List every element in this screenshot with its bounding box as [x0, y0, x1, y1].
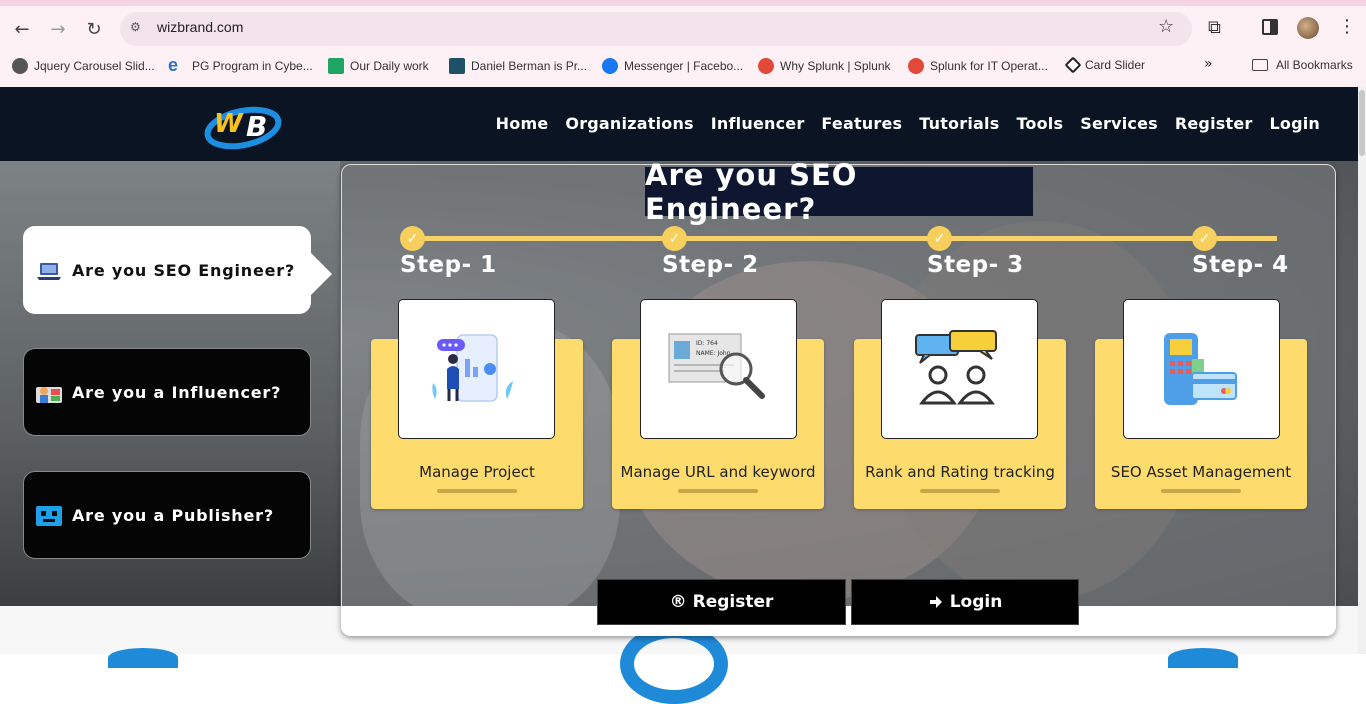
tab-strip: [0, 0, 1366, 6]
svg-text:ID: 764: ID: 764: [696, 340, 718, 347]
reload-icon[interactable]: ↻: [82, 17, 106, 41]
wizbrand-logo[interactable]: W B: [204, 96, 282, 152]
bookmarks-bar: Jquery Carousel Slid... e PG Program in C…: [0, 52, 1366, 80]
sheets-icon: [328, 58, 344, 74]
step-check-icon: ✓: [927, 226, 952, 251]
step-label: Step- 1: [400, 252, 497, 278]
influencer-icon: [36, 387, 62, 403]
card-label: Rank and Rating tracking: [865, 463, 1055, 481]
card-label: Manage URL and keyword: [620, 463, 816, 481]
back-icon[interactable]: ←: [10, 17, 34, 41]
step-check-icon: ✓: [400, 226, 425, 251]
bookmark-item[interactable]: Why Splunk | Splunk: [758, 58, 891, 74]
url-text[interactable]: wizbrand.com: [157, 19, 243, 35]
progress-line: [412, 236, 1277, 241]
card-underline: [437, 489, 517, 493]
role-label: Are you SEO Engineer?: [72, 260, 296, 280]
splunk-icon: [758, 58, 774, 74]
globe-icon: [12, 58, 28, 74]
svg-text:NAME: John: NAME: John: [696, 350, 731, 357]
all-bookmarks-button[interactable]: All Bookmarks: [1252, 58, 1353, 72]
forward-icon[interactable]: →: [46, 17, 70, 41]
login-button[interactable]: Login: [851, 579, 1079, 625]
bookmark-item[interactable]: Card Slider: [1064, 56, 1145, 74]
role-seo-engineer[interactable]: Are you SEO Engineer?: [23, 226, 311, 314]
circle-graphic: [108, 648, 178, 668]
nav-organizations[interactable]: Organizations: [565, 114, 693, 133]
address-bar[interactable]: [120, 12, 1192, 46]
card-label: SEO Asset Management: [1110, 463, 1292, 481]
circle-graphic: [1168, 648, 1238, 668]
nav-register[interactable]: Register: [1175, 114, 1253, 133]
card-label: Manage Project: [419, 463, 535, 481]
page-scrollbar[interactable]: [1358, 87, 1366, 654]
sign-in-icon: [929, 596, 942, 608]
bookmark-item[interactable]: e PG Program in Cybe...: [168, 55, 313, 75]
menu-icon[interactable]: ⋮: [1338, 16, 1356, 37]
nav-services[interactable]: Services: [1080, 114, 1158, 133]
nav-tutorials[interactable]: Tutorials: [919, 114, 999, 133]
site-icon: [449, 58, 465, 74]
registered-icon: ®: [669, 592, 687, 612]
role-label: Are you a Publisher?: [72, 505, 274, 525]
laptop-icon: [37, 263, 61, 280]
main-nav: Home Organizations Influencer Features T…: [496, 114, 1320, 133]
card-image: ID: 764 NAME: John: [640, 299, 797, 439]
payment-terminal-icon: [1163, 333, 1237, 405]
project-dashboard-icon: [431, 334, 513, 402]
e-logo-icon: e: [168, 55, 179, 75]
profile-avatar[interactable]: [1297, 17, 1319, 39]
step-label: Step- 4: [1192, 252, 1289, 278]
nav-features[interactable]: Features: [821, 114, 902, 133]
role-label: Are you a Influencer?: [72, 382, 282, 402]
facebook-icon: [602, 58, 618, 74]
bookmark-item[interactable]: Daniel Berman is Pr...: [449, 58, 587, 74]
bookmark-item[interactable]: Splunk for IT Operat...: [908, 58, 1048, 74]
circle-graphic: [620, 624, 728, 704]
more-bookmarks-button[interactable]: »: [1204, 56, 1213, 72]
bookmark-item[interactable]: Messenger | Facebo...: [602, 58, 743, 74]
card-underline: [1161, 489, 1241, 493]
chat-users-icon: [914, 330, 997, 405]
card-image: [1123, 299, 1280, 439]
bookmark-star-icon[interactable]: ☆: [1158, 16, 1174, 37]
card-underline: [678, 489, 758, 493]
publisher-icon: [36, 506, 62, 526]
step-label: Step- 3: [927, 252, 1024, 278]
active-role-pointer: [310, 252, 332, 296]
nav-tools[interactable]: Tools: [1016, 114, 1063, 133]
codepen-icon: [1064, 56, 1082, 74]
register-button[interactable]: ® Register: [597, 579, 846, 625]
splunk-icon: [908, 58, 924, 74]
svg-text:B: B: [246, 110, 267, 143]
nav-login[interactable]: Login: [1269, 114, 1320, 133]
bookmark-item[interactable]: Jquery Carousel Slid...: [12, 58, 155, 74]
bookmark-item[interactable]: Our Daily work: [328, 58, 429, 74]
svg-text:W: W: [214, 109, 244, 139]
role-publisher[interactable]: Are you a Publisher?: [23, 471, 311, 559]
card-image: [398, 299, 555, 439]
card-underline: [920, 489, 1000, 493]
card-image: [881, 299, 1038, 439]
nav-influencer[interactable]: Influencer: [711, 114, 805, 133]
role-influencer[interactable]: Are you a Influencer?: [23, 348, 311, 436]
site-info-icon[interactable]: ⚙: [130, 20, 148, 38]
side-panel-icon[interactable]: [1262, 19, 1278, 35]
step-check-icon: ✓: [662, 226, 687, 251]
panel-title: Are you SEO Engineer?: [645, 158, 1033, 226]
step-check-icon: ✓: [1192, 226, 1217, 251]
folder-icon: [1252, 59, 1268, 71]
id-card-search-icon: ID: 764 NAME: John: [668, 333, 765, 399]
step-label: Step- 2: [662, 252, 759, 278]
scrollbar-thumb[interactable]: [1359, 90, 1365, 156]
extensions-icon[interactable]: ⧉: [1208, 17, 1221, 38]
nav-home[interactable]: Home: [496, 114, 549, 133]
